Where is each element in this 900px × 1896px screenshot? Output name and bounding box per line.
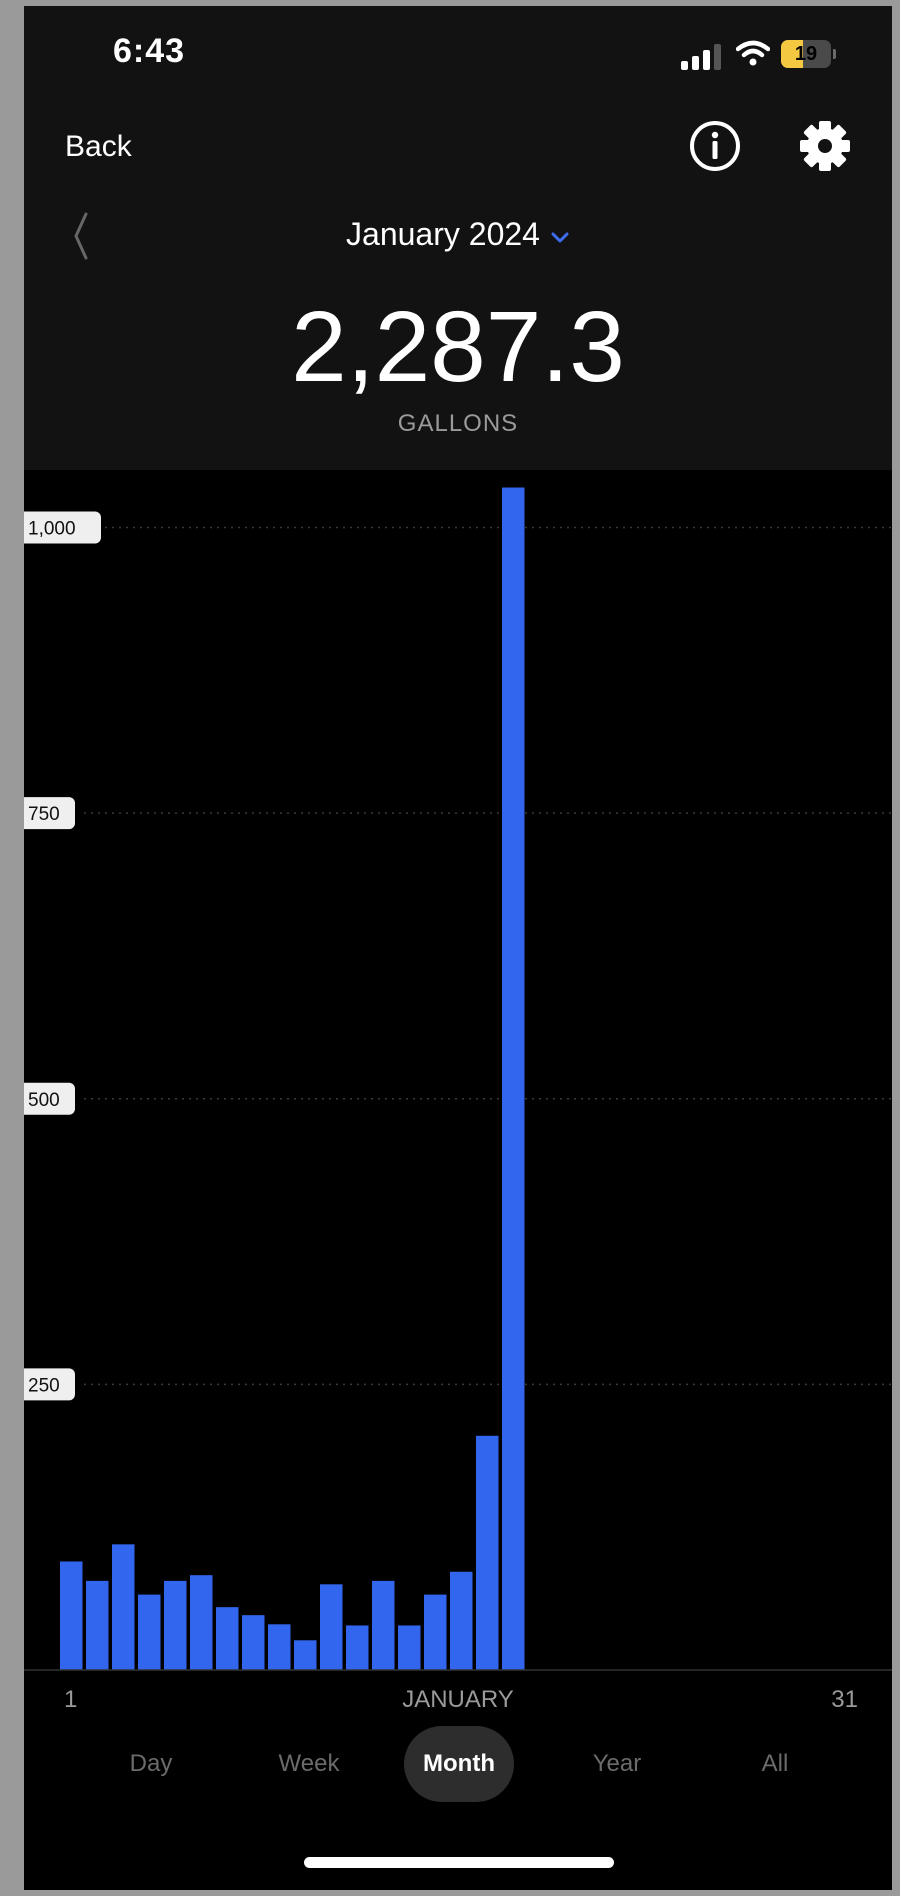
usage-bar-chart: 250 500 750 1,000 1 JANUARY 31 — [24, 487, 892, 1713]
month-selector[interactable]: January 2024 — [24, 216, 892, 253]
bar-day-10[interactable] — [294, 1640, 317, 1670]
bar-day-9[interactable] — [268, 1624, 291, 1670]
battery-icon: 19 — [781, 40, 831, 68]
bar-day-1[interactable] — [60, 1561, 83, 1670]
bar-day-7[interactable] — [216, 1607, 239, 1670]
y-tick-label: 1,000 — [28, 519, 76, 540]
bar-day-14[interactable] — [398, 1625, 421, 1670]
phone-screen: 6:43 19 Back January 2024 2,287.3 GALLON… — [24, 6, 892, 1890]
bar-day-6[interactable] — [190, 1575, 213, 1670]
bar-day-13[interactable] — [372, 1580, 395, 1670]
tab-month[interactable]: Month — [404, 1726, 514, 1802]
bar-day-2[interactable] — [86, 1580, 109, 1670]
battery-nub — [833, 49, 836, 59]
y-tick-label: 250 — [28, 1375, 60, 1396]
bar-day-4[interactable] — [138, 1594, 161, 1670]
usage-header: 6:43 19 Back January 2024 2,287.3 GALLON… — [24, 6, 892, 470]
y-tick-label: 500 — [28, 1090, 60, 1111]
back-button[interactable]: Back — [65, 130, 132, 164]
x-axis-start-label: 1 — [64, 1686, 77, 1713]
period-tabs: Day Week Month Year All — [24, 1726, 892, 1806]
bar-day-16[interactable] — [450, 1571, 473, 1670]
cellular-signal-icon — [681, 44, 725, 70]
home-indicator[interactable] — [304, 1857, 614, 1868]
usage-unit: GALLONS — [397, 410, 519, 437]
tab-year[interactable]: Year — [562, 1726, 672, 1802]
tab-all[interactable]: All — [720, 1726, 830, 1802]
bar-day-17[interactable] — [476, 1435, 499, 1670]
bar-day-18[interactable] — [502, 487, 525, 1671]
chevron-down-icon — [551, 232, 569, 243]
bar-day-5[interactable] — [164, 1580, 187, 1670]
bar-day-11[interactable] — [320, 1584, 343, 1670]
gear-icon[interactable] — [798, 119, 852, 173]
bar-day-12[interactable] — [346, 1625, 369, 1670]
month-label: January 2024 — [346, 216, 540, 252]
x-axis-month-label: JANUARY — [402, 1686, 514, 1713]
wifi-icon — [736, 40, 770, 66]
bar-day-15[interactable] — [424, 1594, 447, 1670]
tab-day[interactable]: Day — [96, 1726, 206, 1802]
bar-day-8[interactable] — [242, 1615, 265, 1670]
bar-day-3[interactable] — [112, 1544, 135, 1670]
x-axis-end-label: 31 — [831, 1686, 858, 1713]
status-time: 6:43 — [113, 32, 186, 70]
y-tick-label: 750 — [28, 804, 60, 825]
tab-week[interactable]: Week — [254, 1726, 364, 1802]
battery-level: 19 — [794, 43, 818, 65]
total-usage: 2,287.3 — [291, 291, 625, 403]
info-icon[interactable] — [688, 119, 742, 173]
